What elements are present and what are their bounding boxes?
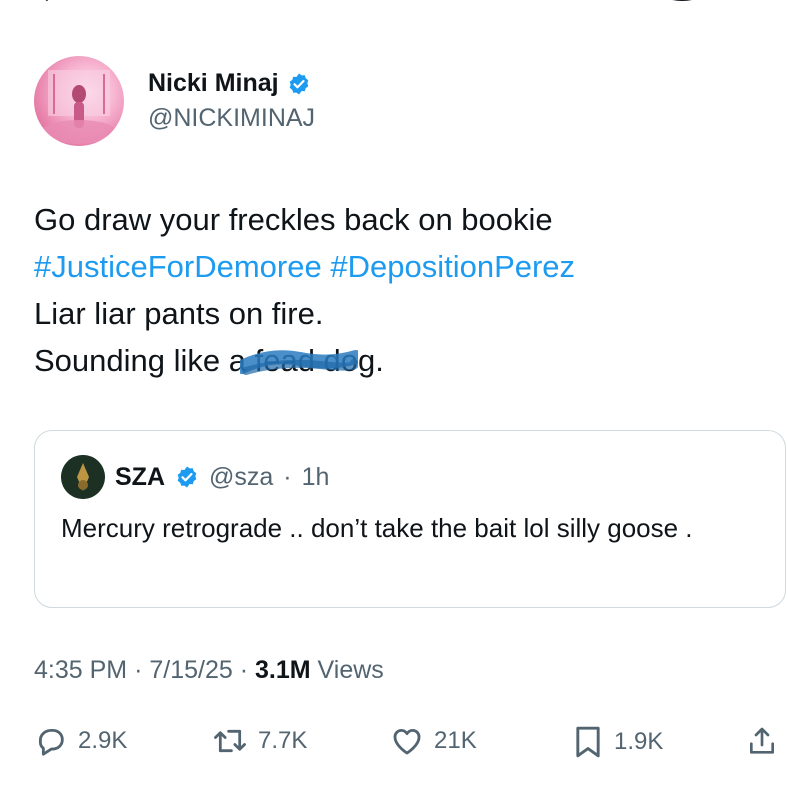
quote-avatar[interactable] bbox=[61, 455, 105, 499]
like-count: 21K bbox=[434, 727, 477, 754]
hashtag-link[interactable]: #JusticeForDemoree bbox=[34, 249, 322, 284]
share-button[interactable] bbox=[746, 724, 778, 758]
meta-separator: · bbox=[134, 656, 143, 684]
quote-author-handle[interactable]: @sza bbox=[209, 463, 273, 492]
quote-text: Mercury retrograde .. don’t take the bai… bbox=[61, 513, 693, 543]
bookmark-icon bbox=[576, 726, 600, 758]
author-name[interactable]: Nicki Minaj bbox=[148, 69, 279, 98]
author-handle[interactable]: @NICKIMINAJ bbox=[148, 104, 315, 133]
heart-icon bbox=[393, 728, 421, 755]
views-count[interactable]: 3.1M bbox=[255, 656, 311, 684]
tweet-author[interactable]: Nicki Minaj @NICKIMINAJ bbox=[34, 56, 315, 146]
tweet-line-4: Sounding like a f ead dog. bbox=[34, 337, 754, 384]
repost-icon bbox=[214, 729, 246, 753]
reply-icon bbox=[38, 728, 64, 756]
tweet-line-1: Go draw your freckles back on bookie bbox=[34, 202, 553, 237]
meta-separator: · bbox=[239, 656, 249, 684]
repost-button[interactable]: 7.7K bbox=[212, 724, 307, 758]
censored-text: Sounding like a f bbox=[34, 337, 358, 384]
top-bar-clipped bbox=[45, 0, 692, 2]
avatar[interactable] bbox=[34, 56, 124, 146]
tweet-line-2: #JusticeForDemoree #DepositionPerez bbox=[34, 243, 754, 290]
action-bar: 2.9K 7.7K 21K 1.9K bbox=[34, 724, 784, 764]
quote-author-name[interactable]: SZA bbox=[115, 463, 165, 492]
quoted-tweet[interactable]: SZA @sza · 1h Mercury retrograde .. don’… bbox=[34, 430, 786, 608]
avatar-photo-icon bbox=[41, 70, 117, 144]
quote-separator: · bbox=[283, 462, 292, 491]
verified-badge-icon bbox=[289, 73, 308, 94]
share-icon bbox=[750, 727, 774, 754]
reply-button[interactable]: 2.9K bbox=[34, 724, 127, 758]
tweet-text: Go draw your freckles back on bookie #Ju… bbox=[34, 196, 754, 384]
like-button[interactable]: 21K bbox=[390, 724, 477, 758]
tweet-detail: Nicki Minaj @NICKIMINAJ Go draw your fre… bbox=[0, 0, 788, 788]
tweet-date[interactable]: 7/15/25 bbox=[149, 656, 232, 684]
tweet-line-4-start: Sounding like a f bbox=[34, 343, 264, 378]
quote-avatar-photo-icon bbox=[61, 455, 105, 499]
repost-count: 7.7K bbox=[258, 727, 308, 754]
hashtag-link[interactable]: #DepositionPerez bbox=[330, 249, 575, 284]
views-label[interactable]: Views bbox=[318, 656, 384, 684]
tweet-line-3: Liar liar pants on fire. bbox=[34, 296, 324, 331]
bookmark-button[interactable]: 1.9K bbox=[572, 724, 663, 760]
tweet-time[interactable]: 4:35 PM bbox=[34, 656, 127, 684]
quote-timestamp[interactable]: 1h bbox=[302, 463, 330, 492]
censor-scribble-icon bbox=[240, 350, 358, 375]
tweet-meta: 4:35 PM · 7/15/25 · 3.1M Views bbox=[34, 656, 384, 685]
bookmark-count: 1.9K bbox=[614, 728, 664, 755]
verified-badge-icon bbox=[177, 466, 197, 488]
reply-count: 2.9K bbox=[78, 727, 128, 754]
